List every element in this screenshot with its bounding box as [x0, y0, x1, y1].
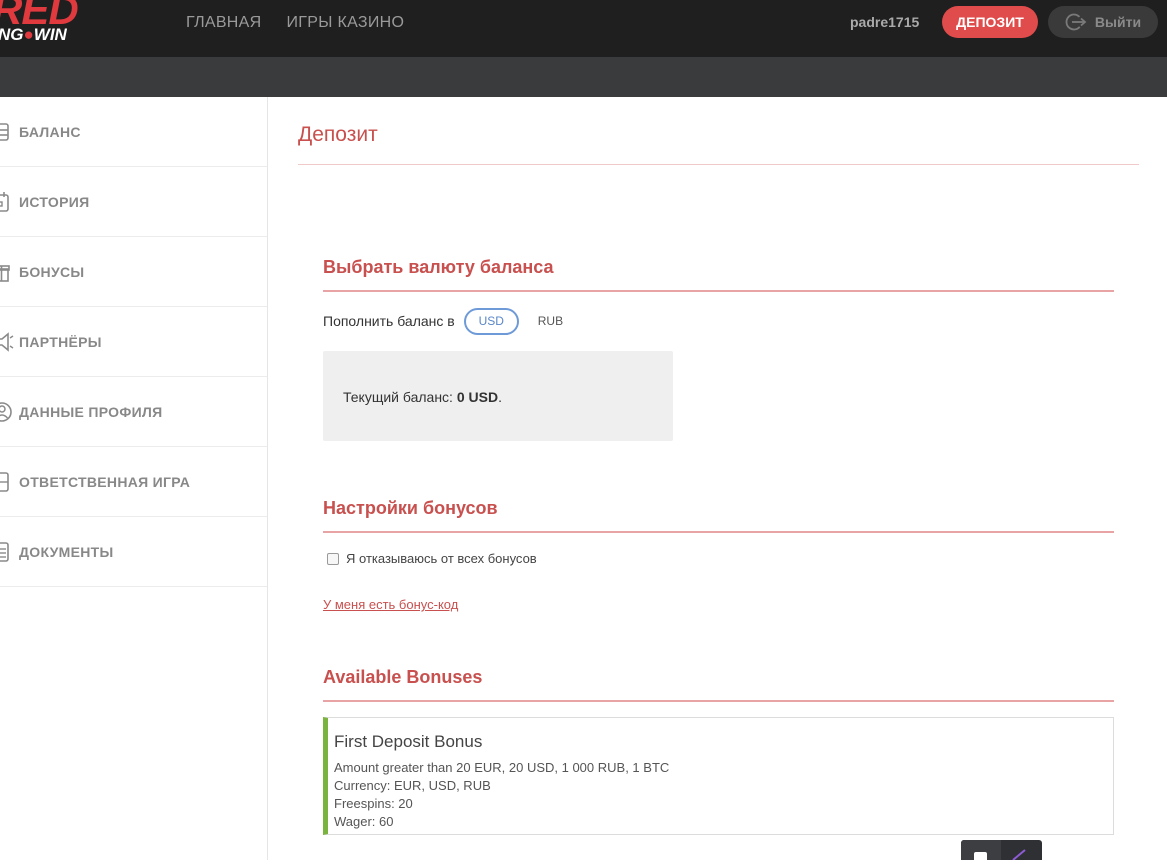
wallet-icon: [0, 123, 9, 141]
decline-bonuses-checkbox[interactable]: [327, 552, 339, 565]
sidebar-item-label: ОТВЕТСТВЕННАЯ ИГРА: [19, 473, 191, 490]
logout-label: Выйти: [1094, 14, 1142, 30]
send-icon: [1012, 849, 1026, 860]
bonus-detail-wager: Wager: 60: [334, 814, 394, 829]
sidebar-item-history[interactable]: ИСТОРИЯ: [0, 167, 267, 237]
bonus-name: First Deposit Bonus: [334, 732, 483, 751]
section-title-available-bonuses: Available Bonuses: [323, 667, 483, 687]
nav-item-home[interactable]: ГЛАВНАЯ: [186, 13, 262, 33]
main-nav: ГЛАВНАЯ ИГРЫ КАЗИНО: [186, 13, 404, 33]
support-icon: [974, 852, 987, 862]
logo-dot-icon: ●: [23, 25, 34, 44]
sidebar-item-partners[interactable]: ПАРТНЁРЫ: [0, 307, 267, 377]
section-title-currency: Выбрать валюту баланса: [323, 257, 554, 277]
bonus-detail-amount: Amount greater than 20 EUR, 20 USD, 1 00…: [334, 760, 670, 775]
divider: [323, 531, 1114, 533]
sidebar-item-label: ИСТОРИЯ: [19, 193, 90, 210]
currency-option-rub[interactable]: RUB: [538, 314, 563, 328]
calendar-icon: [0, 192, 9, 212]
section-title-bonus-settings: Настройки бонусов: [323, 498, 498, 518]
sidebar-item-balance[interactable]: БАЛАНС: [0, 97, 267, 167]
divider: [323, 290, 1114, 292]
bonus-card[interactable]: First Deposit Bonus Amount greater than …: [323, 717, 1114, 835]
current-balance: Текущий баланс: 0 USD.: [343, 389, 502, 405]
logo-part-left: NG: [0, 25, 24, 44]
logout-icon: [1065, 13, 1087, 31]
balance-value: 0 USD: [456, 389, 499, 405]
sidebar-item-label: ДОКУМЕНТЫ: [19, 543, 114, 560]
floating-widget[interactable]: [961, 840, 1042, 862]
account-sidebar: БАЛАНС ИСТОРИЯ БОНУСЫ ПАРТНЁРЫ ДАННЫЕ ПР…: [0, 97, 268, 860]
bonus-detail-currency: Currency: EUR, USD, RUB: [334, 778, 491, 793]
balance-suffix: .: [498, 389, 502, 405]
sidebar-item-responsible-gaming[interactable]: ОТВЕТСТВЕННАЯ ИГРА: [0, 447, 267, 517]
sidebar-item-documents[interactable]: ДОКУМЕНТЫ: [0, 517, 267, 587]
sidebar-item-profile[interactable]: ДАННЫЕ ПРОФИЛЯ: [0, 377, 267, 447]
logo-part-right: WIN: [33, 25, 67, 44]
deposit-button[interactable]: ДЕПОЗИТ: [942, 6, 1038, 38]
top-header: RED NG●WIN ГЛАВНАЯ ИГРЫ КАЗИНО padre1715…: [0, 0, 1167, 57]
nav-item-casino-games[interactable]: ИГРЫ КАЗИНО: [287, 13, 405, 33]
promo-code-link[interactable]: У меня есть бонус-код: [323, 597, 458, 612]
sidebar-item-label: ДАННЫЕ ПРОФИЛЯ: [19, 403, 163, 420]
list-icon: [0, 542, 9, 562]
megaphone-icon: [0, 332, 14, 352]
logout-button[interactable]: Выйти: [1048, 6, 1158, 38]
balance-label: Текущий баланс:: [343, 389, 453, 405]
user-icon: [0, 402, 12, 422]
gift-icon: [0, 265, 10, 282]
bonus-detail-freespins: Freespins: 20: [334, 796, 413, 811]
widget-left-button[interactable]: [961, 840, 1001, 862]
currency-label: Пополнить баланс в: [323, 313, 455, 329]
decline-bonuses-label[interactable]: Я отказываюсь от всех бонусов: [346, 551, 537, 566]
sidebar-item-bonuses[interactable]: БОНУСЫ: [0, 237, 267, 307]
site-logo[interactable]: RED NG●WIN: [0, 0, 80, 50]
page-title: Депозит: [298, 123, 378, 146]
sidebar-item-label: БАЛАНС: [19, 123, 81, 140]
decline-bonuses-row: Я отказываюсь от всех бонусов: [327, 551, 537, 566]
document-icon: [0, 472, 9, 492]
sub-header-bar: [0, 57, 1167, 97]
currency-option-usd[interactable]: USD: [463, 307, 519, 335]
divider: [298, 164, 1139, 165]
username[interactable]: padre1715: [850, 14, 919, 30]
logo-wordmark-bottom: NG●WIN: [0, 25, 67, 45]
currency-selector: Пополнить баланс в USD RUB: [323, 307, 563, 335]
balance-panel: Текущий баланс: 0 USD.: [323, 351, 673, 441]
sidebar-item-label: БОНУСЫ: [19, 263, 85, 280]
sidebar-item-label: ПАРТНЁРЫ: [19, 333, 102, 350]
divider: [323, 700, 1114, 702]
